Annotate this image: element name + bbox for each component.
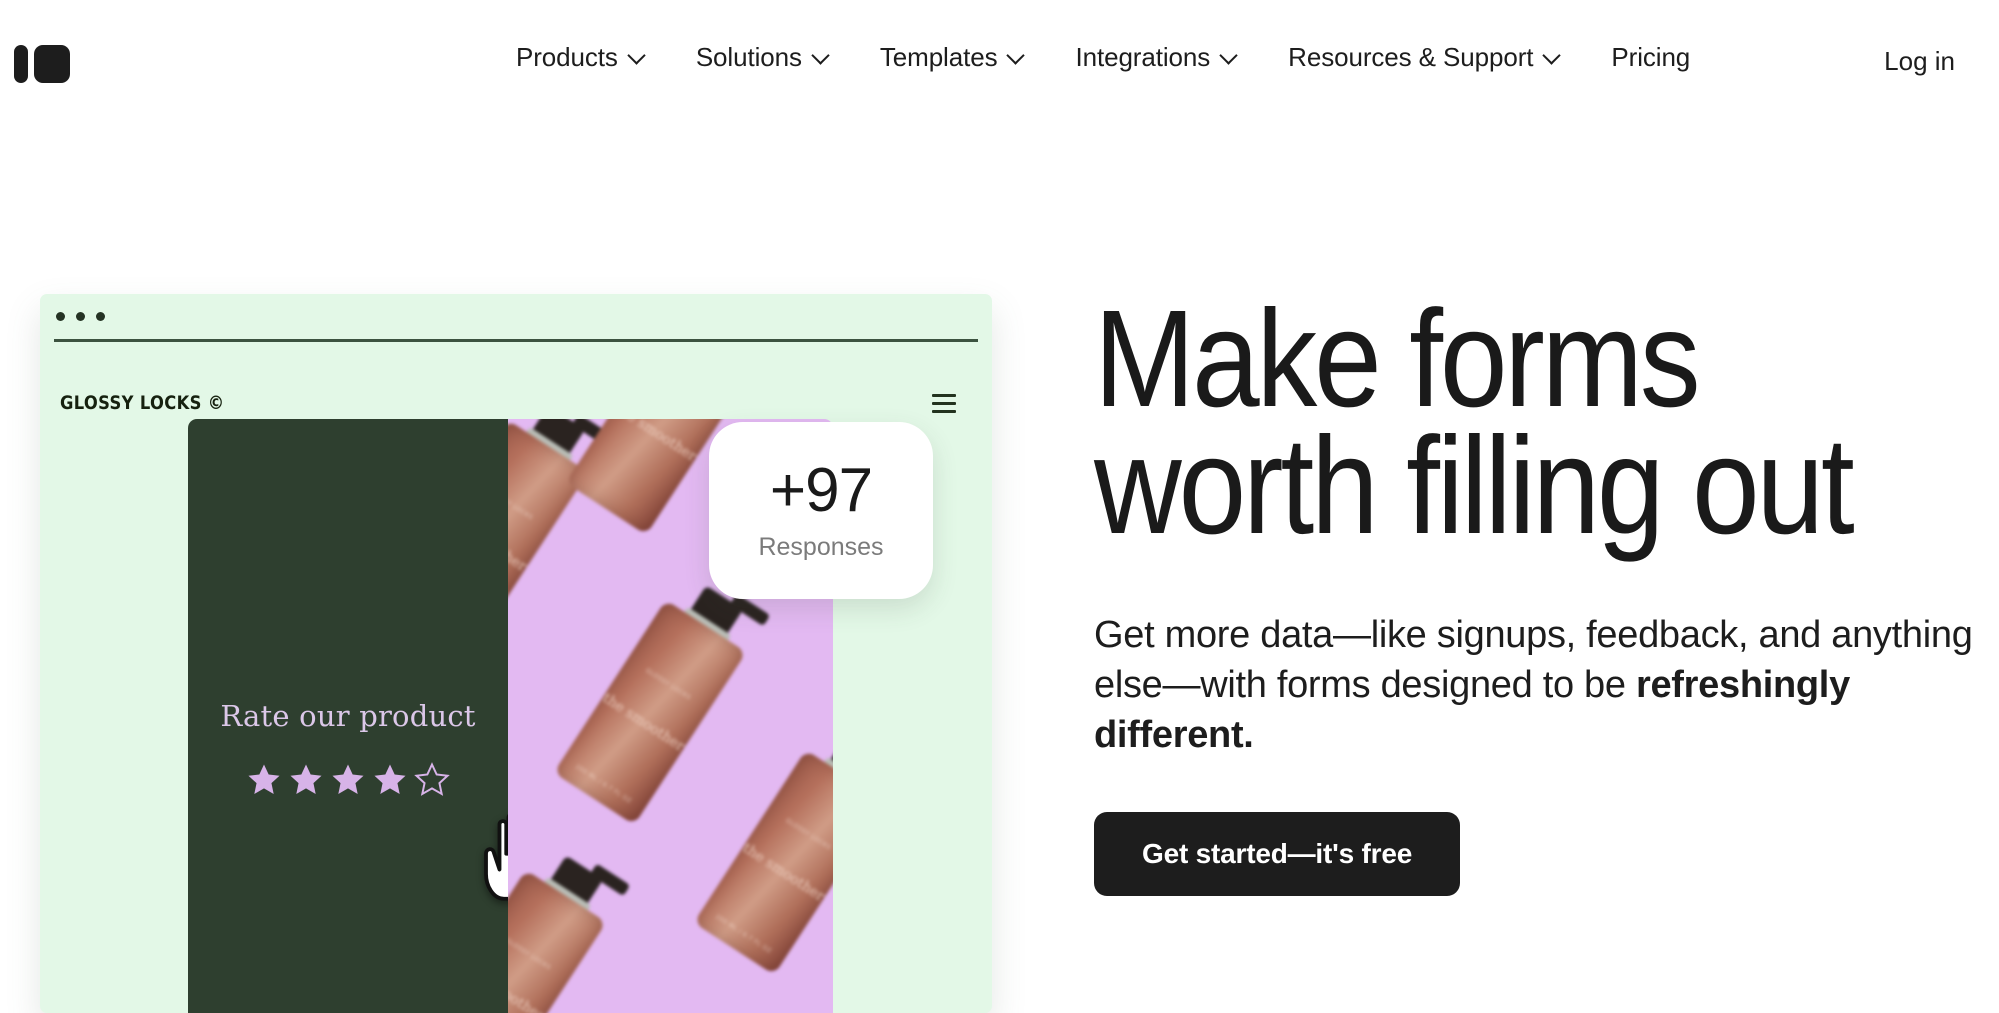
hamburger-menu-icon[interactable]: [932, 394, 956, 413]
nav-item-label: Integrations: [1075, 42, 1211, 72]
bottle-image: the smoother: [706, 1003, 833, 1013]
chevron-down-icon: [1221, 48, 1236, 63]
chevron-down-icon: [1544, 48, 1559, 63]
chevron-down-icon: [813, 48, 828, 63]
window-dot-icon: [96, 312, 105, 321]
hero-copy: Make forms worth filling out Get more da…: [1094, 282, 1974, 897]
window-divider: [54, 339, 978, 342]
rating-question-title: Rate our product: [220, 699, 476, 733]
nav-item-pricing[interactable]: Pricing: [1585, 44, 1716, 70]
login-link[interactable]: Log in: [1876, 44, 1963, 78]
bottle-tiny-label: GLOSSY LOCKS: [784, 817, 833, 852]
chevron-down-icon: [629, 48, 644, 63]
nav-item-integrations[interactable]: Integrations: [1049, 44, 1262, 70]
window-dots: [56, 312, 105, 321]
bottle-product-label: the smoother: [508, 960, 548, 1013]
nav-item-label: Templates: [879, 42, 998, 72]
browser-window-mockup: GLOSSY LOCKS © Rate our product GLOSSY L…: [40, 294, 992, 1013]
bottle-image: GLOSSY LOCKS the smoother 200 ML / 6.7 F…: [508, 833, 631, 1013]
rating-question-panel: Rate our product: [188, 419, 536, 1013]
bottle-product-label: the smoother: [599, 690, 688, 755]
bottle-image: the smoother: [540, 999, 757, 1013]
mockup-brand-label: GLOSSY LOCKS ©: [60, 392, 225, 414]
get-started-button[interactable]: Get started—it's free: [1094, 812, 1461, 897]
bottle-body: GLOSSY LOCKS the smoother 200 ML / 6.7 F…: [508, 419, 589, 645]
star-filled-icon[interactable]: [329, 761, 367, 799]
bottle-product-label: the smoother: [739, 840, 828, 905]
nav-item-resources-support[interactable]: Resources & Support: [1262, 44, 1585, 70]
nav-item-templates[interactable]: Templates: [854, 44, 1050, 70]
hamburger-line: [932, 409, 956, 413]
chevron-down-icon: [1008, 48, 1023, 63]
product-mockup: GLOSSY LOCKS © Rate our product GLOSSY L…: [40, 294, 992, 1013]
star-outline-icon[interactable]: [413, 761, 451, 799]
bottle-tiny-label: GLOSSY LOCKS: [644, 667, 693, 702]
bottle-product-label: the smoother: [508, 510, 530, 575]
hero-section: GLOSSY LOCKS © Rate our product GLOSSY L…: [0, 126, 1999, 1013]
logo-bar-icon: [14, 45, 28, 83]
nav-item-solutions[interactable]: Solutions: [670, 44, 854, 70]
bottle-body: GLOSSY LOCKS the smoother 200 ML / 6.7 F…: [553, 599, 747, 825]
nav-item-products[interactable]: Products: [490, 44, 670, 70]
window-dot-icon: [56, 312, 65, 321]
bottle-image: GLOSSY LOCKS the smoother 200 ML / 6.7 F…: [693, 713, 833, 975]
hamburger-line: [932, 401, 956, 406]
bottle-tiny-label: GLOSSY LOCKS: [508, 487, 535, 522]
logo-block-icon: [33, 45, 70, 83]
bottle-body: GLOSSY LOCKS the smoother 200 ML / 6.7 F…: [693, 749, 833, 975]
nav-item-label: Solutions: [695, 42, 802, 72]
main-navigation: Products Solutions Templates Integration…: [490, 44, 1716, 70]
star-rating[interactable]: [188, 761, 508, 799]
hero-subheading: Get more data—like signups, feedback, an…: [1094, 610, 1974, 760]
nav-item-label: Pricing: [1611, 42, 1691, 72]
star-filled-icon[interactable]: [371, 761, 409, 799]
bottle-tiny-label: GLOSSY LOCKS: [508, 937, 553, 972]
site-header: Products Solutions Templates Integration…: [0, 0, 1999, 126]
bottle-product-label: the smoother: [611, 419, 700, 465]
responses-count: +97: [769, 455, 873, 525]
bottle-tiny-label-2: 200 ML / 6.7 FL OZ: [713, 913, 773, 955]
nav-item-label: Resources & Support: [1288, 42, 1534, 72]
star-filled-icon[interactable]: [287, 761, 325, 799]
nav-item-label: Products: [516, 42, 618, 72]
bottle-tiny-label-2: 200 ML / 6.7 FL OZ: [573, 763, 633, 805]
page-title: Make forms worth filling out: [1094, 282, 1855, 563]
typeform-logo[interactable]: [14, 44, 70, 84]
window-dot-icon: [76, 312, 85, 321]
responses-badge: +97 Responses: [709, 422, 933, 599]
bottle-image: GLOSSY LOCKS the smoother 200 ML / 6.7 F…: [553, 563, 771, 825]
hamburger-line: [932, 394, 956, 398]
responses-label: Responses: [758, 532, 884, 561]
star-filled-icon[interactable]: [245, 761, 283, 799]
